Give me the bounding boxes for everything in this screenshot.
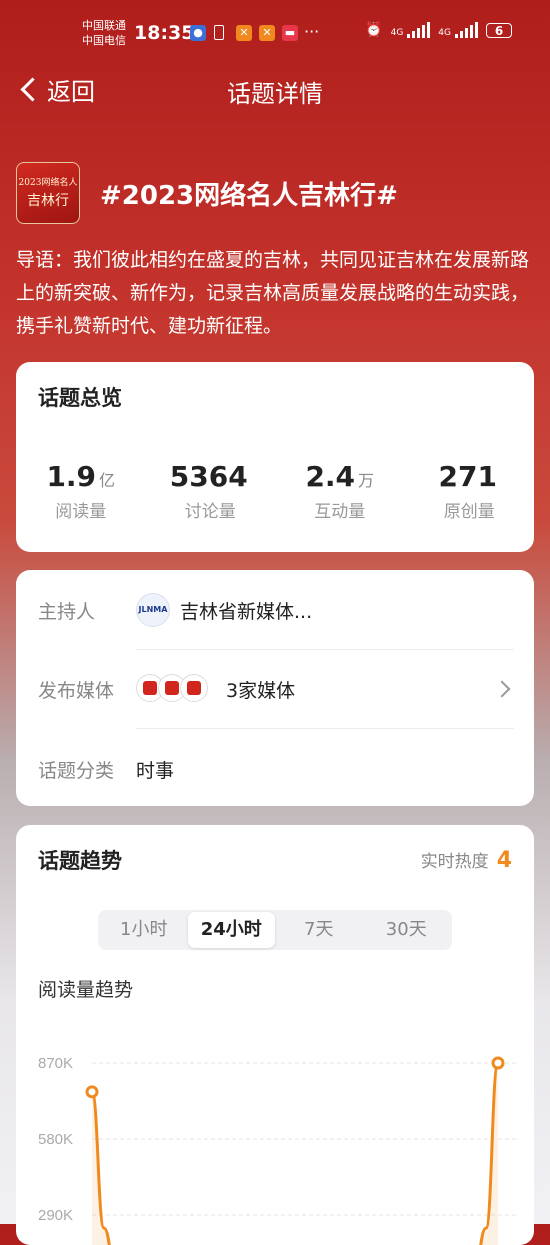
chart-title: 阅读量趋势: [38, 979, 134, 1001]
read-trend-chart: 870K 580K 290K: [38, 1055, 518, 1245]
data-point[interactable]: [85, 1085, 99, 1099]
stat-label: 讨论量: [184, 502, 236, 522]
y-tick-label: 870K: [38, 1055, 73, 1072]
stat-label: 互动量: [314, 502, 366, 522]
stat-label: 阅读量: [55, 502, 107, 522]
overview-card: 话题总览 1.9 亿 阅读量 5364 讨论量 2.4 万 互动量 271 原创量: [16, 362, 534, 552]
y-tick-label: 290K: [38, 1207, 73, 1224]
stat-value: 2.4: [305, 460, 356, 493]
app-notification-icon-2: ✕: [259, 25, 275, 41]
host-logo: JLNMA: [136, 593, 170, 627]
stat-value: 5364: [169, 460, 248, 493]
thumb-line-2: 吉林行: [27, 193, 69, 209]
time-range-tabs: 1小时 24小时 7天 30天: [98, 910, 452, 950]
data-point[interactable]: [491, 1056, 505, 1070]
tab-24-hours[interactable]: 24小时: [187, 912, 275, 948]
signal-icon-1: 4G: [391, 22, 431, 38]
stat-discussions: 5364 讨论量: [146, 460, 276, 522]
category-value: 时事: [136, 760, 175, 782]
battery-icon: 6: [486, 22, 512, 38]
app-notification-icon-3: ▬: [282, 25, 298, 41]
carrier-1: 中国联通: [82, 19, 126, 32]
chevron-right-icon: [493, 680, 511, 698]
media-value: 3家媒体: [226, 680, 296, 702]
series-line: [90, 1061, 500, 1245]
heat-label: 实时热度: [420, 852, 489, 872]
tab-1-hour[interactable]: 1小时: [100, 912, 188, 948]
topic-thumbnail: 2023网络名人 吉林行: [16, 162, 80, 224]
media-logos: [136, 674, 208, 702]
stat-value: 1.9: [46, 460, 97, 493]
trend-card: 话题趋势 实时热度 4 1小时 24小时 7天 30天 阅读量趋势 870K 58…: [16, 825, 534, 1245]
stat-value: 271: [438, 460, 497, 493]
info-card: 主持人 JLNMA 吉林省新媒体... 发布媒体 3家媒体 话题分类 时事: [16, 570, 534, 806]
stat-originals: 271 原创量: [405, 460, 535, 522]
divider: [136, 728, 514, 729]
alarm-icon: ⏰: [365, 22, 383, 38]
tab-7-days[interactable]: 7天: [275, 912, 363, 948]
host-value[interactable]: 吉林省新媒体...: [180, 597, 312, 624]
stat-unit: 万: [358, 471, 375, 490]
media-row[interactable]: 发布媒体 3家媒体: [16, 650, 534, 728]
tab-30-days[interactable]: 30天: [363, 912, 451, 948]
heat-value: 4: [496, 848, 512, 873]
clock: 18:35: [134, 22, 195, 44]
app-notification-icon: ✕: [236, 25, 252, 41]
topic-title: #2023网络名人吉林行#: [100, 181, 398, 211]
page-title: 话题详情: [227, 80, 323, 108]
system-status: ⏰ 4G 4G 6: [365, 22, 512, 38]
stat-unit: 亿: [99, 471, 116, 490]
stat-label: 原创量: [443, 502, 495, 522]
overview-title: 话题总览: [38, 386, 122, 410]
series-area: [92, 1063, 498, 1245]
category-label: 话题分类: [38, 760, 115, 782]
notification-app-icon: ●: [190, 25, 206, 41]
host-label: 主持人: [38, 601, 96, 623]
media-label: 发布媒体: [38, 680, 115, 702]
battery-saver-icon: [214, 25, 224, 40]
realtime-heat: 实时热度 4: [421, 847, 512, 873]
media-logo-3: [180, 674, 208, 702]
thumb-line-1: 2023网络名人: [18, 178, 78, 188]
more-notifications-icon: ···: [304, 22, 320, 41]
topic-intro: 导语：我们彼此相约在盛夏的吉林，共同见证吉林在发展新路上的新突破、新作为，记录吉…: [16, 249, 530, 337]
carrier-info: 中国联通 中国电信: [82, 18, 126, 48]
stat-interactions: 2.4 万 互动量: [275, 460, 405, 522]
overview-stats: 1.9 亿 阅读量 5364 讨论量 2.4 万 互动量 271 原创量: [16, 460, 534, 522]
carrier-2: 中国电信: [82, 34, 126, 47]
y-tick-label: 580K: [38, 1131, 73, 1148]
stat-reads: 1.9 亿 阅读量: [16, 460, 146, 522]
trend-title: 话题趋势: [38, 849, 122, 873]
signal-icon-2: 4G: [438, 22, 478, 38]
status-bar: 中国联通 中国电信 18:35 ● ✕ ✕ ▬ ··· ⏰ 4G 4G 6: [0, 0, 550, 66]
